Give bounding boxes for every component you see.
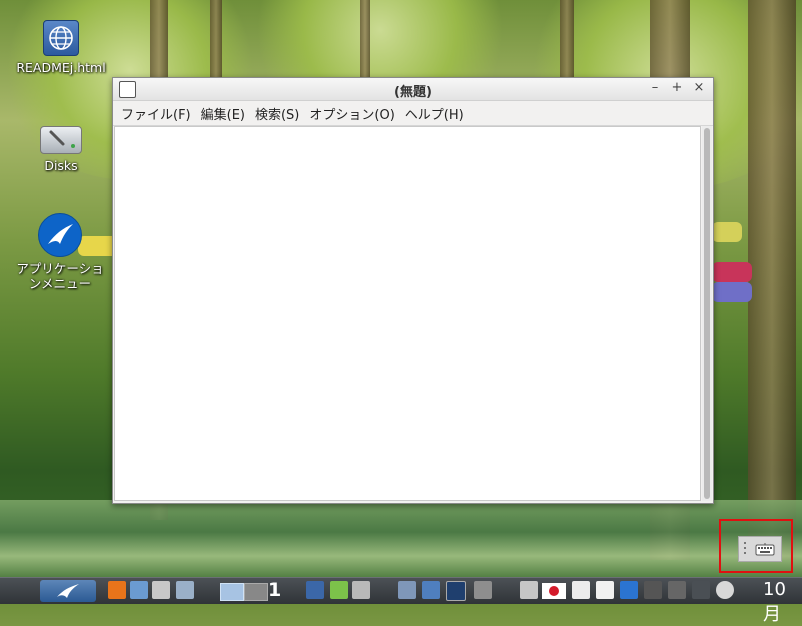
- back-arrow-icon[interactable]: [330, 581, 348, 599]
- taskbar: 1 10月: [0, 577, 802, 625]
- minimize-button[interactable]: –: [647, 80, 663, 96]
- home-folder-icon[interactable]: [422, 581, 440, 599]
- settings-gear-icon[interactable]: [108, 581, 126, 599]
- globe-icon: [43, 20, 79, 56]
- monitor-icon[interactable]: [446, 581, 466, 601]
- bluetooth-icon[interactable]: [620, 581, 638, 599]
- scrollbar-thumb[interactable]: [704, 128, 710, 499]
- desktop-icon-readme[interactable]: READMEj.html: [13, 20, 109, 75]
- text-area[interactable]: [114, 126, 701, 501]
- keyboard-icon: [755, 543, 775, 556]
- vertical-scrollbar[interactable]: [702, 126, 712, 501]
- menu-options[interactable]: オプション(O): [304, 104, 399, 123]
- desktop-icon-disks[interactable]: Disks: [13, 118, 109, 173]
- menu-edit[interactable]: 編集(E): [196, 104, 250, 123]
- desktop-icon-label: アプリケーションメニュー: [16, 261, 104, 291]
- workspace-2[interactable]: [244, 583, 268, 601]
- menu-bar: ファイル(F) 編集(E) 検索(S) オプション(O) ヘルプ(H): [113, 101, 713, 126]
- lubuntu-logo-icon: [57, 584, 79, 598]
- network-manager-icon[interactable]: [306, 581, 324, 599]
- camera-icon[interactable]: [520, 581, 538, 599]
- menu-search[interactable]: 検索(S): [250, 104, 304, 123]
- info-icon[interactable]: [596, 581, 614, 599]
- input-method-icon[interactable]: [572, 581, 590, 599]
- japan-flag-icon[interactable]: [542, 583, 566, 599]
- screenshot-tool-icon[interactable]: [130, 581, 148, 599]
- updater-icon[interactable]: [716, 581, 734, 599]
- keyboard-input-widget[interactable]: [738, 536, 782, 562]
- file-manager-icon[interactable]: [398, 581, 416, 599]
- battery-icon[interactable]: [668, 581, 686, 599]
- menu-help[interactable]: ヘルプ(H): [400, 104, 469, 123]
- desktop-icon-label: Disks: [44, 158, 78, 173]
- grid-app-icon[interactable]: [474, 581, 492, 599]
- close-button[interactable]: ×: [691, 80, 707, 96]
- workspace-number: 1: [268, 579, 282, 601]
- maximize-button[interactable]: +: [669, 80, 685, 96]
- desktop-icon-app-menu[interactable]: アプリケーションメニュー: [12, 213, 108, 291]
- window-title: (無題): [394, 85, 432, 100]
- show-desktop-icon[interactable]: [176, 581, 194, 599]
- camera-icon[interactable]: [152, 581, 170, 599]
- lubuntu-logo-icon: [38, 213, 82, 257]
- menu-file[interactable]: ファイル(F): [116, 104, 196, 123]
- drive-icon[interactable]: [352, 581, 370, 599]
- title-bar[interactable]: (無題) – + ×: [113, 78, 713, 101]
- disk-drive-icon: [40, 126, 82, 154]
- workspace-1[interactable]: [220, 583, 244, 601]
- start-menu-button[interactable]: [40, 580, 96, 602]
- volume-icon[interactable]: [644, 581, 662, 599]
- desktop-icon-label: READMEj.html: [16, 60, 106, 75]
- network-arrows-icon[interactable]: [692, 581, 710, 599]
- drag-handle[interactable]: [744, 542, 746, 556]
- text-editor-window[interactable]: (無題) – + × ファイル(F) 編集(E) 検索(S) オプション(O) …: [112, 77, 714, 504]
